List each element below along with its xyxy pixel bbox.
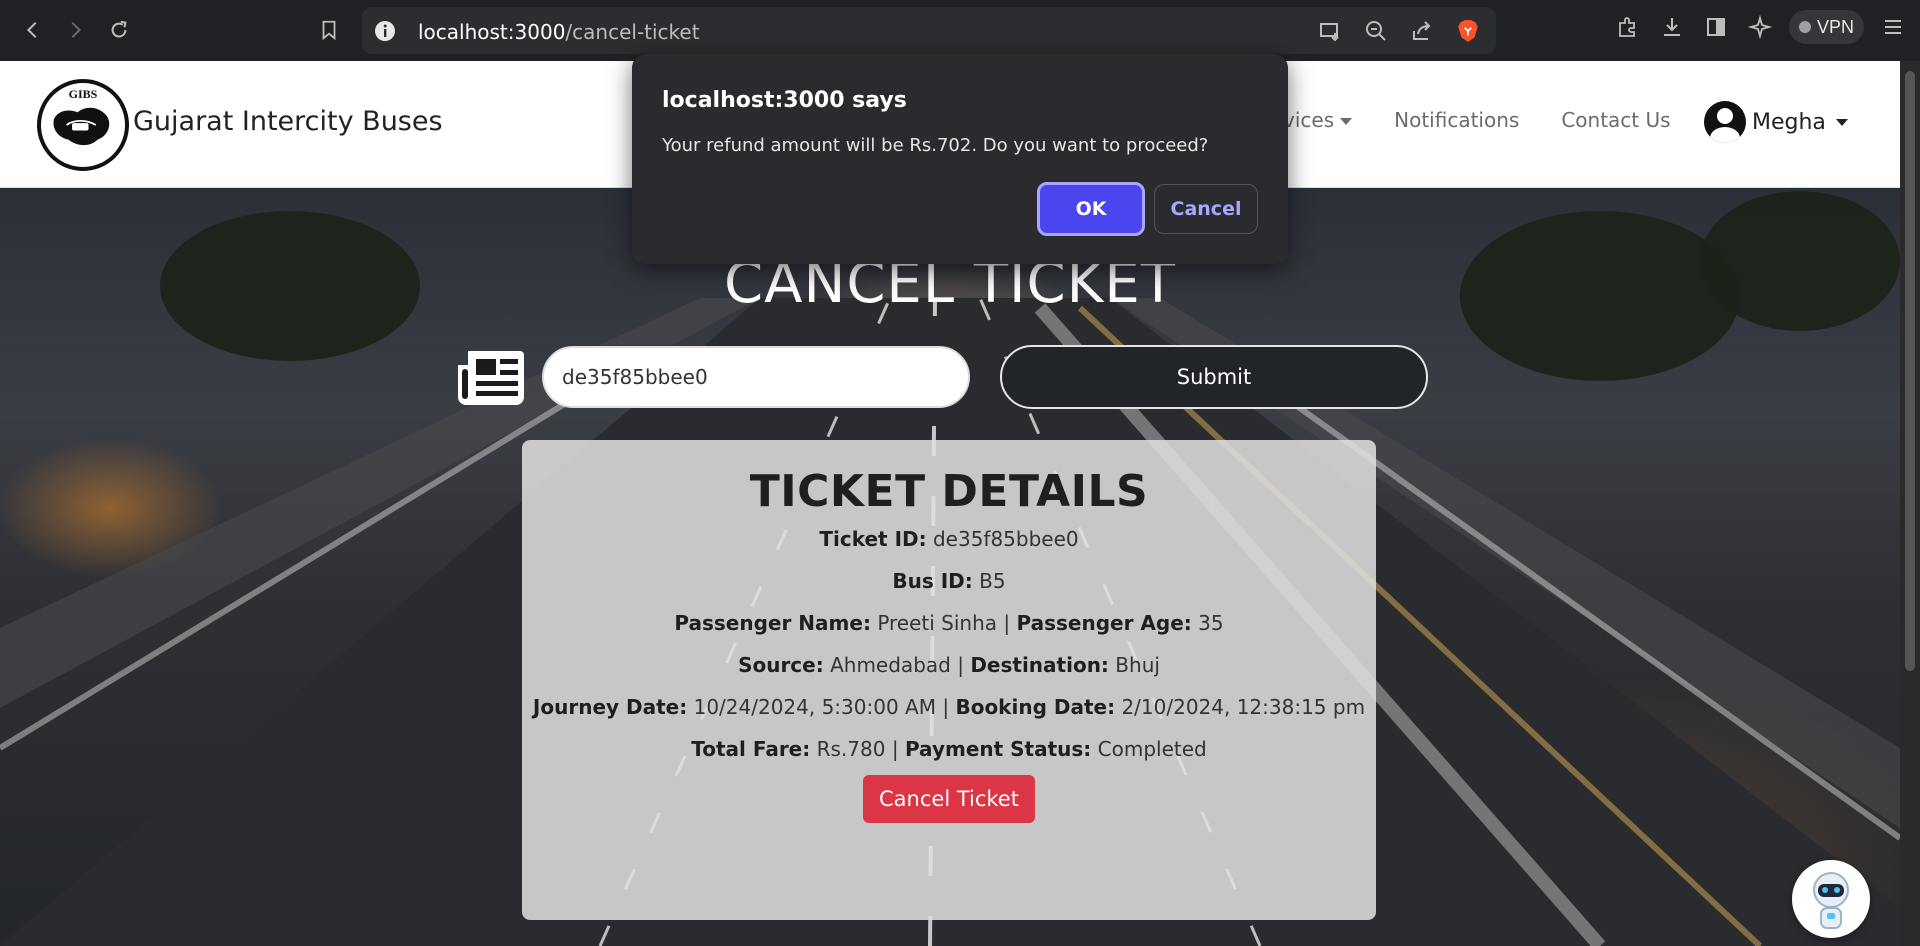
cast-icon[interactable] — [1316, 17, 1344, 45]
passenger-name-value: Preeti Sinha — [877, 611, 998, 635]
dialog-title: localhost:3000 says — [662, 88, 907, 113]
info-icon[interactable] — [374, 20, 396, 42]
browser-toolbar: localhost:3000/cancel-ticket VPN — [0, 0, 1920, 61]
chatbot-robot-icon[interactable] — [1792, 860, 1870, 938]
separator: | — [957, 653, 964, 677]
browser-actions: VPN — [1613, 10, 1908, 44]
brand-name[interactable]: Gujarat Intercity Buses — [133, 106, 443, 137]
destination-label: Destination: — [970, 653, 1109, 677]
bookmark-icon[interactable] — [312, 13, 346, 47]
dialog-ok-button[interactable]: OK — [1037, 182, 1145, 236]
download-icon[interactable] — [1657, 12, 1687, 42]
ticket-id-line: Ticket ID: de35f85bbee0 — [522, 527, 1376, 551]
bus-id-value: B5 — [979, 569, 1006, 593]
vpn-status-icon — [1798, 21, 1811, 33]
separator: | — [942, 695, 950, 719]
booking-date-value: 2/10/2024, 12:38:15 pm — [1121, 695, 1366, 719]
sidebar-icon[interactable] — [1701, 12, 1731, 42]
nav-services-dropdown[interactable]: vices — [1283, 108, 1352, 132]
address-bar-tools — [1316, 17, 1482, 45]
passenger-age-value: 35 — [1198, 611, 1224, 635]
user-menu[interactable]: Megha — [1704, 101, 1848, 143]
url-text[interactable]: localhost:3000/cancel-ticket — [418, 20, 700, 44]
journey-date-label: Journey Date: — [532, 695, 688, 719]
brave-icon[interactable] — [1454, 17, 1482, 45]
gibs-logo[interactable]: GIBS — [37, 79, 129, 171]
address-bar[interactable]: localhost:3000/cancel-ticket — [362, 7, 1496, 54]
extensions-icon[interactable] — [1613, 12, 1643, 42]
submit-button[interactable]: Submit — [1000, 345, 1428, 409]
journey-date-value: 10/24/2024, 5:30:00 AM — [693, 695, 936, 719]
leo-icon[interactable] — [1745, 12, 1775, 42]
ticket-id-input[interactable] — [542, 346, 970, 408]
booking-date-label: Booking Date: — [955, 695, 1116, 719]
dialog-message: Your refund amount will be Rs.702. Do yo… — [662, 135, 1209, 156]
forward-icon[interactable] — [58, 13, 92, 47]
confirm-dialog: localhost:3000 says Your refund amount w… — [632, 54, 1288, 264]
ticket-details-heading: TICKET DETAILS — [749, 466, 1149, 517]
url-path: /cancel-ticket — [565, 20, 700, 44]
ticket-details-card: TICKET DETAILS Ticket ID: de35f85bbee0 B… — [522, 440, 1376, 920]
reload-icon[interactable] — [102, 13, 136, 47]
destination-value: Bhuj — [1115, 653, 1160, 677]
passenger-name-label: Passenger Name: — [674, 611, 871, 635]
back-icon[interactable] — [16, 13, 50, 47]
url-host: localhost:3000 — [418, 20, 566, 44]
payment-status-label: Payment Status: — [904, 737, 1092, 761]
page-scrollbar[interactable] — [1900, 61, 1920, 946]
scrollbar-thumb[interactable] — [1905, 71, 1915, 671]
user-avatar-icon — [1704, 101, 1746, 143]
nav-contact-us[interactable]: Contact Us — [1561, 108, 1670, 132]
ticket-id-label: Ticket ID: — [819, 527, 927, 551]
ticket-id-value: de35f85bbee0 — [932, 527, 1079, 551]
bus-id-line: Bus ID: B5 — [522, 569, 1376, 593]
separator: | — [891, 737, 899, 761]
source-label: Source: — [738, 653, 824, 677]
payment-line: Total Fare: Rs.780 | Payment Status: Com… — [522, 737, 1376, 761]
payment-status-value: Completed — [1097, 737, 1207, 761]
nav-notifications[interactable]: Notifications — [1394, 108, 1519, 132]
dialog-cancel-button[interactable]: Cancel — [1154, 184, 1258, 234]
chevron-down-icon — [1835, 118, 1848, 126]
zoom-icon[interactable] — [1362, 17, 1390, 45]
passenger-age-label: Passenger Age: — [1016, 611, 1192, 635]
separator: | — [1003, 611, 1011, 635]
share-icon[interactable] — [1408, 17, 1436, 45]
menu-icon[interactable] — [1878, 12, 1908, 42]
nav-links: vices Notifications Contact Us — [1283, 108, 1671, 132]
route-line: Source: Ahmedabad | Destination: Bhuj — [522, 653, 1376, 677]
total-fare-label: Total Fare: — [691, 737, 811, 761]
vpn-button[interactable]: VPN — [1788, 10, 1864, 44]
source-value: Ahmedabad — [830, 653, 951, 677]
dates-line: Journey Date: 10/24/2024, 5:30:00 AM | B… — [522, 695, 1376, 719]
vpn-label: VPN — [1816, 16, 1854, 37]
newspaper-icon — [458, 347, 524, 405]
user-name: Megha — [1752, 109, 1826, 135]
bus-id-label: Bus ID: — [892, 569, 973, 593]
total-fare-value: Rs.780 — [816, 737, 886, 761]
passenger-line: Passenger Name: Preeti Sinha | Passenger… — [522, 611, 1376, 635]
cancel-ticket-button[interactable]: Cancel Ticket — [863, 775, 1035, 823]
